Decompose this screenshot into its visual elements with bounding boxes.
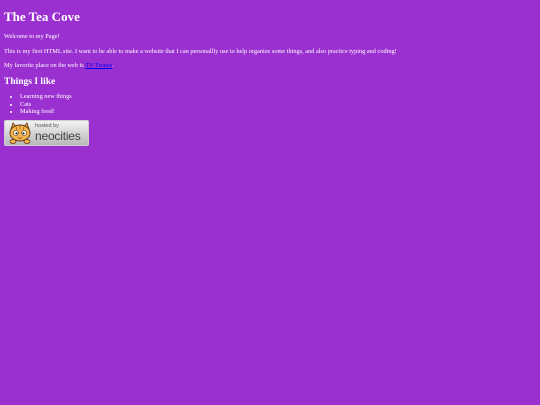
tv-tropes-link[interactable]: TV Tropes bbox=[85, 62, 112, 69]
page-content: The Tea Cove Welcome to my Page! This is… bbox=[4, 0, 534, 146]
favorite-suffix: . bbox=[112, 62, 114, 69]
neocities-badge[interactable]: hosted by neocities bbox=[4, 119, 89, 146]
things-heading: Things I like bbox=[4, 77, 56, 87]
page-title: The Tea Cove bbox=[4, 9, 80, 24]
badge-big-text: neocities bbox=[35, 128, 81, 143]
list-item: Cats bbox=[20, 101, 534, 109]
list-item: Making food! bbox=[20, 108, 534, 116]
list-item: Learning new things bbox=[20, 93, 534, 101]
favorite-place-text: My favorite place on the web is TV Trope… bbox=[4, 62, 534, 70]
intro-text: This is my first HTML site. I want to be… bbox=[4, 48, 397, 55]
welcome-text: Welcome to my Page! bbox=[4, 33, 60, 40]
neocities-cat-icon bbox=[9, 121, 31, 144]
things-list: Learning new things Cats Making food! bbox=[4, 93, 534, 116]
favorite-prefix: My favorite place on the web is bbox=[4, 62, 86, 69]
